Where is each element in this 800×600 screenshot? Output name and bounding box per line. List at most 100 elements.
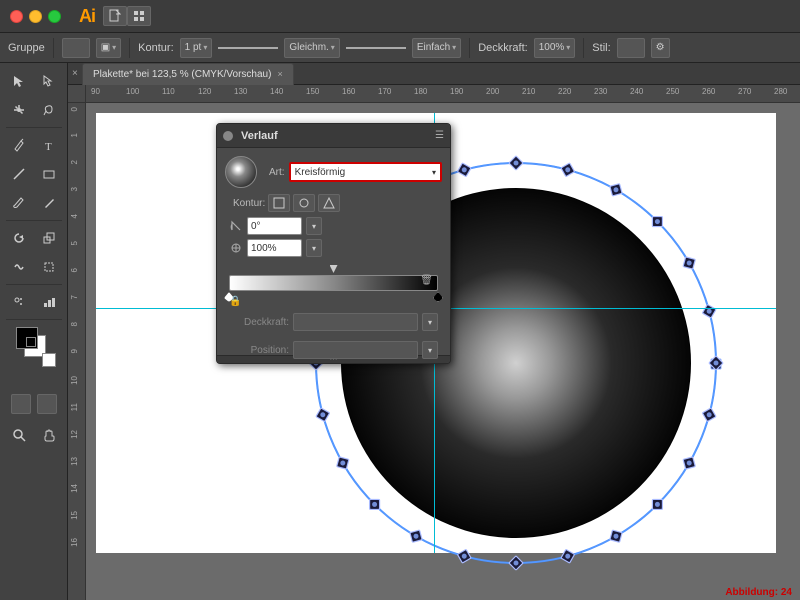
position-label: Position: [229,345,289,356]
tool-sep-3 [6,284,62,285]
direct-select-tool[interactable] [35,67,63,95]
toolbar: Gruppe ▣▾ Kontur: 1 pt ▾ Gleichm. ▾ Einf… [0,33,800,63]
panel-close-button[interactable] [223,131,233,141]
gradient-midpoint-handle[interactable] [330,265,338,273]
kontur-btn-3[interactable] [318,194,340,212]
tab-bar: × Plakette* bei 123,5 % (CMYK/Vorschau) … [68,63,800,85]
type-tool[interactable]: T [35,131,63,159]
scale-row: 100% ▾ [229,239,442,257]
panel-body: Art: Kreisförmig ▾ Kontur: [217,148,450,363]
paintbrush-tool[interactable] [5,189,33,217]
tool-row-warp [5,253,63,281]
scale-dropdown-arrow[interactable]: ▾ [306,239,322,257]
tool-sep-4 [6,319,62,320]
kontur-btn-2[interactable] [293,194,315,212]
gradient-panel: Verlauf ☰ Art: Kreisförmig [216,123,451,364]
fill-box[interactable] [62,38,90,58]
sep3 [469,38,470,58]
deckkraft-field[interactable] [293,313,418,331]
slider-handle-row [229,263,438,273]
delete-stop-btn[interactable]: 🗑 [420,275,433,286]
free-transform-tool[interactable] [35,253,63,281]
ruler-vertical: 0 1 2 3 4 5 6 7 8 9 10 11 12 13 14 15 16 [68,103,86,600]
ruler-top: 90 100 110 120 130 140 150 160 170 180 1… [68,85,800,103]
deckkraft-row: Deckkraft: ▾ [229,313,438,331]
grid-icon[interactable] [127,6,151,26]
column-graph-tool[interactable] [35,288,63,316]
line-type-dropdown[interactable]: Einfach ▾ [412,38,461,58]
lasso-tool[interactable] [35,96,63,124]
tool-row-1 [5,67,63,95]
traffic-lights [0,10,71,23]
panel-title: Verlauf [241,130,278,142]
select-tool[interactable] [5,67,33,95]
canvas[interactable]: Verlauf ☰ Art: Kreisförmig [86,103,800,600]
document-tab[interactable]: Plakette* bei 123,5 % (CMYK/Vorschau) × [82,63,294,85]
settings-dropdown[interactable]: ⚙ [651,38,670,58]
close-button[interactable] [10,10,23,23]
tool-sep-2 [6,220,62,221]
tab-close-btn[interactable]: × [277,69,282,79]
tool-row-bottom [5,421,63,449]
position-field[interactable] [293,341,418,359]
toolbox: T [0,63,68,600]
position-arrow[interactable]: ▾ [422,341,438,359]
shape-dropdown[interactable]: ▣▾ [96,38,121,58]
panel-titlebar[interactable]: Verlauf ☰ [217,124,450,148]
line-tool[interactable] [5,160,33,188]
panel-x-btn[interactable]: × [72,66,82,82]
color-stack[interactable] [16,327,52,363]
pen-tool[interactable] [5,131,33,159]
tool-row-brush [5,189,63,217]
tool-row-2 [5,96,63,124]
mask-mode-icon[interactable] [37,394,57,414]
tool-row-pen: T [5,131,63,159]
color-boxes [16,327,52,363]
angle-row: 0° ▾ [229,217,442,235]
mode-icons [11,394,57,414]
gradient-track[interactable]: 🗑 [229,275,438,291]
rect-tool[interactable] [35,160,63,188]
gradient-preview-sphere [225,156,257,188]
tool-row-line [5,160,63,188]
tool-sep-1 [6,127,62,128]
art-dropdown[interactable]: Kreisförmig ▾ [289,162,442,182]
scale-tool[interactable] [35,224,63,252]
stop-black[interactable] [433,292,443,302]
art-row: Art: Kreisförmig ▾ [225,156,442,188]
lock-icon: 🔒 [229,296,241,307]
maximize-button[interactable] [48,10,61,23]
angle-dropdown-arrow[interactable]: ▾ [306,217,322,235]
zoom-tool[interactable] [5,421,33,449]
angle-field[interactable]: 0° [247,217,302,235]
scale-field[interactable]: 100% [247,239,302,257]
rotate-tool[interactable] [5,224,33,252]
gradient-slider-wrap: 🗑 🔒 [229,263,438,303]
kontur-label: Kontur: [138,42,173,54]
tool-row-sym [5,288,63,316]
main-area: T [0,63,800,600]
deckkraft-arrow[interactable]: ▾ [422,313,438,331]
canvas-wrap: × Plakette* bei 123,5 % (CMYK/Vorschau) … [68,63,800,600]
statusbar: Abbildung: 24 [725,587,792,598]
stroke-size-dropdown[interactable]: 1 pt ▾ [180,38,213,58]
canvas-body: 0 1 2 3 4 5 6 7 8 9 10 11 12 13 14 15 16 [68,103,800,600]
file-icon[interactable] [103,6,127,26]
panel-menu-button[interactable]: ☰ [435,130,444,141]
kontur-label: Kontur: [233,198,265,209]
normal-mode-icon[interactable] [11,394,31,414]
minimize-button[interactable] [29,10,42,23]
titlebar: Ai [0,0,800,33]
kontur-btn-1[interactable] [268,194,290,212]
ruler-horizontal: 90 100 110 120 130 140 150 160 170 180 1… [86,85,800,103]
pencil-tool[interactable] [35,189,63,217]
stil-box[interactable] [617,38,645,58]
stroke-type-dropdown[interactable]: Gleichm. ▾ [284,38,339,58]
deckkraft-dropdown[interactable]: 100% ▾ [534,38,576,58]
hand-tool[interactable] [35,421,63,449]
warp-tool[interactable] [5,253,33,281]
magic-wand-tool[interactable] [5,96,33,124]
app-logo: Ai [79,6,95,27]
stop-handles-row: 🔒 [229,291,438,303]
symbol-sprayer-tool[interactable] [5,288,33,316]
